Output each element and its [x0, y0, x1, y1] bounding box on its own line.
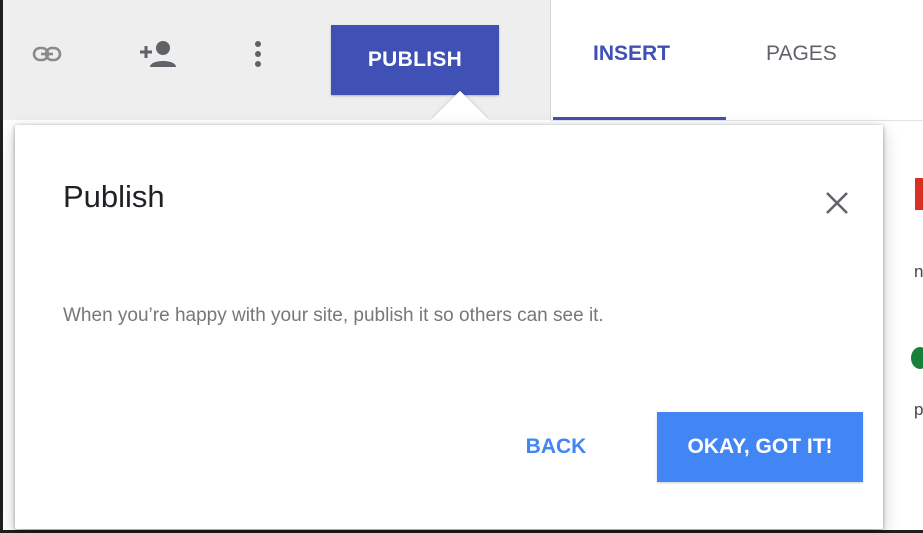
okay-got-it-button[interactable]: OKAY, GOT IT! — [657, 412, 863, 482]
active-tab-indicator — [553, 117, 726, 120]
back-button[interactable]: BACK — [501, 412, 611, 482]
tab-pages[interactable]: PAGES — [766, 42, 837, 66]
dialog-title: Publish — [63, 179, 165, 214]
close-icon[interactable] — [817, 183, 857, 223]
tab-insert[interactable]: INSERT — [593, 42, 670, 66]
background-red-marker — [915, 178, 923, 210]
background-green-dot — [911, 347, 923, 369]
publish-button[interactable]: PUBLISH — [331, 25, 499, 95]
background-text-fragment: n — [914, 262, 923, 281]
publish-dialog: Publish When you’re happy with your site… — [15, 125, 883, 529]
add-person-icon[interactable] — [133, 30, 181, 78]
more-vert-icon[interactable] — [234, 30, 282, 78]
link-icon[interactable] — [23, 30, 71, 78]
background-text-fragment: p — [914, 400, 923, 419]
dialog-message: When you’re happy with your site, publis… — [63, 305, 604, 326]
